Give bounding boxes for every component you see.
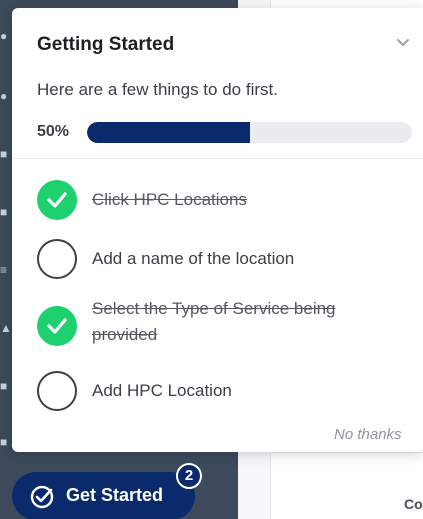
task-item-click-hpc-locations[interactable]: Click HPC Locations	[37, 180, 407, 220]
car-icon[interactable]: ■	[0, 206, 12, 218]
get-started-label: Get Started	[66, 485, 164, 505]
task-item-select-service-type[interactable]: Select the Type of Service being provide…	[37, 299, 407, 360]
popup-subtitle: Here are a few things to do first.	[37, 80, 278, 99]
check-circle-icon	[30, 485, 54, 509]
check-done-icon	[37, 306, 77, 346]
lock-icon[interactable]: ■	[0, 436, 12, 448]
check-empty-icon	[37, 239, 77, 279]
divider	[12, 158, 423, 159]
progress-bar-fill	[87, 122, 250, 143]
check-empty-icon	[37, 371, 77, 411]
no-thanks-link[interactable]: No thanks	[334, 426, 402, 443]
panel-heading: Co	[404, 496, 423, 512]
task-label: Click HPC Locations	[92, 190, 247, 209]
chevron-down-icon[interactable]	[396, 38, 410, 48]
task-label: Add a name of the location	[92, 249, 295, 268]
check-done-icon	[37, 180, 77, 220]
task-label: Select the Type of Service being provide…	[92, 299, 336, 344]
home-icon[interactable]: ▲	[0, 322, 12, 334]
progress-bar	[87, 122, 412, 143]
panel-divider	[270, 452, 423, 453]
task-item-add-location-name[interactable]: Add a name of the location	[37, 239, 407, 279]
popup-title: Getting Started	[37, 34, 175, 55]
user-icon[interactable]: ●	[0, 30, 12, 42]
truck-icon[interactable]: ■	[0, 148, 12, 160]
task-item-add-hpc-location[interactable]: Add HPC Location	[37, 371, 407, 411]
notification-badge: 2	[176, 463, 202, 489]
get-started-button[interactable]: Get Started	[12, 472, 195, 519]
list-icon[interactable]: ≡	[0, 264, 12, 276]
getting-started-popup: Getting Started Here are a few things to…	[12, 8, 423, 452]
task-label: Add HPC Location	[92, 381, 232, 400]
progress-percent: 50%	[37, 123, 70, 140]
puzzle-icon[interactable]: ■	[0, 380, 12, 392]
users-icon[interactable]: ●	[0, 90, 12, 102]
